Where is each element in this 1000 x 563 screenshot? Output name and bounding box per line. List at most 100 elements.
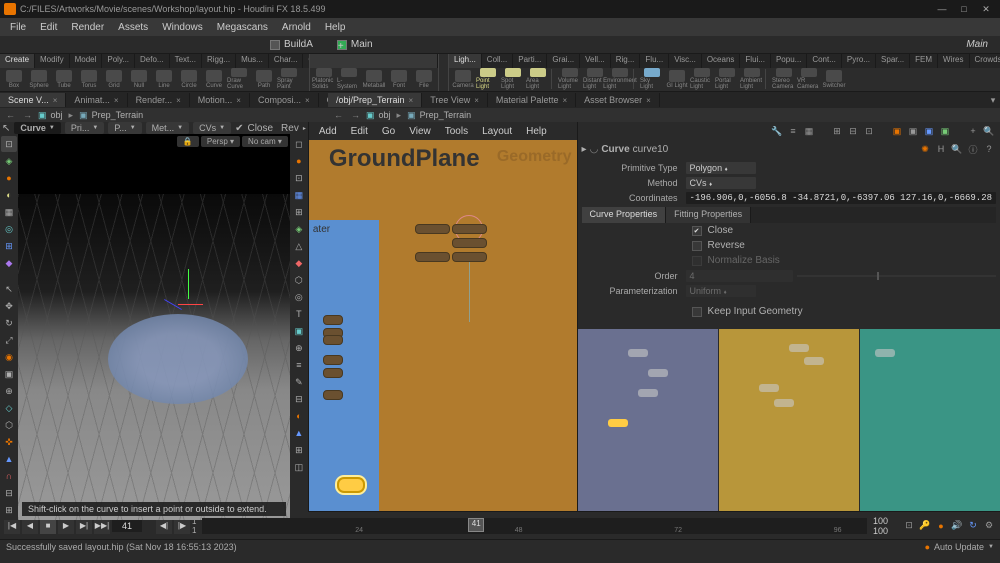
tool-sphere[interactable]: Sphere [27,68,51,90]
tool-gilight[interactable]: GI Light [665,68,689,90]
rotate-tool-icon[interactable]: ↻ [1,315,17,331]
current-frame-input[interactable]: 41 [112,520,142,532]
update-indicator-icon[interactable]: ● [925,542,930,552]
display-tool-icon[interactable]: ▦ [291,187,307,203]
tool-icon[interactable]: ◉ [1,349,17,365]
shelf-tab[interactable]: Spar... [876,54,910,68]
tool-icon[interactable]: ⊕ [1,383,17,399]
tool-torus[interactable]: Torus [77,68,101,90]
tool-stereocamera[interactable]: Stereo Camera [772,68,796,90]
menu-edit[interactable]: Edit [34,20,63,35]
display-tool-icon[interactable]: ▲ [291,425,307,441]
rev-button[interactable]: Rev [281,123,299,134]
gear-icon[interactable]: ✺ [918,142,932,156]
tab-treeview[interactable]: Tree View× [422,93,488,107]
arrow-icon[interactable]: ▸ [582,144,587,155]
transform-gizmo[interactable] [168,284,208,324]
tool-drawcurve[interactable]: Draw Curve [227,68,251,90]
maximize-button[interactable]: □ [954,2,974,16]
menu-render[interactable]: Render [65,20,110,35]
h-icon[interactable]: H [934,142,948,156]
tool-icon[interactable]: ✜ [1,434,17,450]
view-tool-icon[interactable]: ⊡ [1,136,17,152]
forward-icon[interactable]: → [349,110,362,120]
keepinput-checkbox[interactable] [692,307,702,317]
tool-path[interactable]: Path [252,68,276,90]
display-tool-icon[interactable]: ⊞ [291,442,307,458]
network-node[interactable] [452,252,487,262]
network-node[interactable] [415,252,450,262]
display-tool-icon[interactable]: ≡ [291,357,307,373]
tab-render[interactable]: Render...× [128,93,190,107]
display-tool-icon[interactable]: ● [291,153,307,169]
tab-fitting-props[interactable]: Fitting Properties [666,207,751,223]
tool-skylight[interactable]: Sky Light [640,68,664,90]
selected-curve-node[interactable] [339,479,363,491]
shelf-tab-char[interactable]: Char... [269,54,304,68]
tool-icon[interactable]: ▣ [1,366,17,382]
camera-dropdown[interactable]: No cam ▾ [242,136,288,147]
network-node[interactable] [415,224,450,234]
display-tool-icon[interactable]: ⊡ [291,170,307,186]
tab-matpalette[interactable]: Material Palette× [488,93,576,107]
tab-motion[interactable]: Motion...× [190,93,250,107]
met-dropdown[interactable]: Met...▼ [146,122,189,134]
path-obj[interactable]: obj [379,110,391,120]
p-dropdown[interactable]: P...▼ [108,122,141,134]
shelf-tab-deform[interactable]: Defo... [135,54,170,68]
view-icon[interactable]: ⊞ [830,124,844,138]
gizmo-x-axis[interactable] [178,304,203,305]
persp-dropdown[interactable]: Persp ▾ [201,136,240,147]
tab-animation[interactable]: Animat...× [66,93,127,107]
display-tool-icon[interactable]: ⬡ [291,272,307,288]
checkmark-icon[interactable]: ✔ [235,123,243,134]
grid-icon[interactable]: ▦ [802,124,816,138]
view-tool-icon[interactable]: ◈ [1,153,17,169]
obj-icon[interactable]: ▣ [38,110,47,121]
net-menu-help[interactable]: Help [520,124,553,139]
tool-spraypaint[interactable]: Spray Paint [277,68,301,90]
forward-icon[interactable]: → [21,110,34,120]
desktop-main-right[interactable]: Main [958,37,996,52]
timeline-track[interactable]: 24 41 48 72 96 [202,518,867,534]
water-netbox[interactable]: ater [309,220,379,511]
net-menu-view[interactable]: View [403,124,437,139]
range-start-bot[interactable]: 1 [192,526,196,535]
shelf-tab-constraints[interactable]: Cons... [303,54,309,68]
net-menu-tools[interactable]: Tools [439,124,474,139]
network-node[interactable] [323,335,343,345]
shelf-tab[interactable]: Visc... [669,54,702,68]
close-checkbox[interactable]: ✔ [692,226,702,236]
display-tool-icon[interactable]: ▣ [291,323,307,339]
shelf-tab[interactable]: Grai... [547,54,580,68]
close-icon[interactable]: × [53,96,58,105]
help-icon[interactable]: ? [982,142,996,156]
network-preview[interactable] [578,329,1000,511]
view-tool-icon[interactable]: ◆ [1,255,17,271]
search-icon[interactable]: 🔍 [982,124,996,138]
network-node[interactable] [323,315,343,325]
layer-icon[interactable]: ▣ [938,124,952,138]
tab-composite[interactable]: Composi...× [250,93,319,107]
view-tool-icon[interactable]: ● [1,170,17,186]
display-tool-icon[interactable]: ◫ [291,459,307,475]
network-node[interactable] [323,390,343,400]
tool-circle[interactable]: Circle [177,68,201,90]
display-tool-icon[interactable]: ◆ [291,255,307,271]
refresh-icon[interactable]: ↻ [966,519,980,533]
settings-icon[interactable]: ⚙ [982,519,996,533]
record-icon[interactable]: ● [934,519,948,533]
tool-icon[interactable]: ⊟ [1,485,17,501]
tool-switcher[interactable]: Switcher [822,68,846,90]
tool-camera[interactable]: Camera [451,68,475,90]
tool-volumelight[interactable]: Volume Light [558,68,582,90]
tool-icon[interactable]: ⬡ [1,417,17,433]
playhead[interactable]: 41 [468,518,484,532]
arrow-icon[interactable]: ↖ [2,123,10,134]
tool-box[interactable]: Box [2,68,26,90]
display-tool-icon[interactable]: ⊞ [291,204,307,220]
view-tool-icon[interactable]: ⊞ [1,238,17,254]
layer-icon[interactable]: ▣ [890,124,904,138]
select-tool-icon[interactable]: ↖ [1,281,17,297]
tool-vrcamera[interactable]: VR Camera [797,68,821,90]
